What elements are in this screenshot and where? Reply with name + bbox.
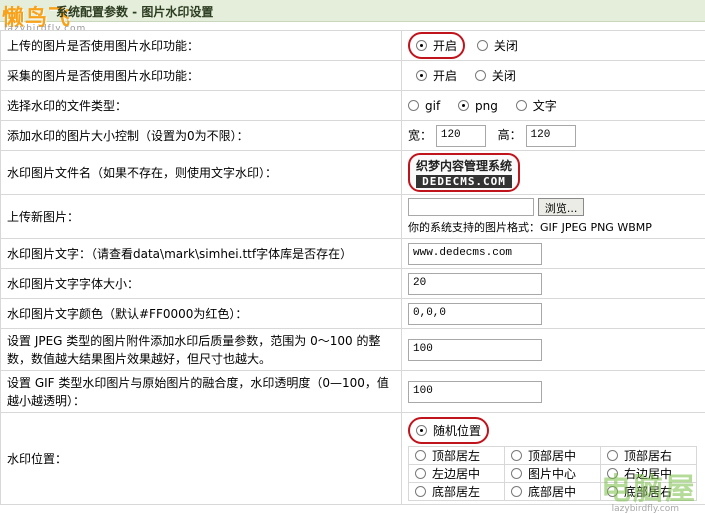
label-font-size: 水印图片文字字体大小： bbox=[0, 268, 402, 299]
height-label: 高： bbox=[497, 128, 522, 142]
radio-position-random[interactable]: 随机位置 bbox=[416, 422, 481, 439]
annotation-circle: 随机位置 bbox=[408, 416, 490, 444]
radio-type-png[interactable]: png bbox=[458, 99, 498, 113]
radio-dot-icon bbox=[415, 467, 426, 479]
row-upload-new: 上传新图片： 浏览... 你的系统支持的图片格式：GIF JPEG PNG WB… bbox=[0, 194, 705, 239]
radio-dot-icon bbox=[476, 40, 488, 51]
settings-table: 上传的图片是否使用图片水印功能： 开启 关闭 采集的图片是否使用图片水印功能： … bbox=[0, 30, 705, 505]
row-watermark-position: 水印位置： 随机位置 顶部居左 顶部居中 顶部居右 左边居中 图片中心 右边居中 bbox=[0, 412, 705, 505]
radio-position-top-center[interactable]: 顶部居中 bbox=[511, 447, 576, 463]
row-collect-watermark: 采集的图片是否使用图片水印功能： 开启 关闭 bbox=[0, 60, 705, 91]
radio-collect-on[interactable]: 开启 bbox=[416, 67, 457, 84]
width-input[interactable]: 120 bbox=[435, 124, 486, 147]
radio-dot-icon bbox=[511, 449, 522, 461]
page-title: 系统配置参数 - 图片水印设置 bbox=[56, 5, 214, 19]
radio-dot-icon bbox=[458, 100, 470, 111]
radio-position-bottom-left[interactable]: 底部居左 bbox=[415, 483, 480, 499]
radio-position-top-left[interactable]: 顶部居左 bbox=[415, 447, 480, 463]
site-watermark-logo: 电脑屋 bbox=[601, 472, 697, 507]
radio-dot-icon bbox=[416, 424, 427, 436]
radio-dot-icon bbox=[416, 40, 427, 51]
browse-button[interactable]: 浏览... bbox=[537, 198, 585, 216]
width-label: 宽： bbox=[408, 128, 433, 142]
radio-dot-icon bbox=[511, 467, 522, 479]
label-watermark-position: 水印位置： bbox=[0, 412, 402, 505]
radio-dot-icon bbox=[511, 485, 522, 497]
title-bar: 懒鸟飞 lazybirdfly.com 系统配置参数 - 图片水印设置 bbox=[0, 0, 705, 34]
radio-dot-icon bbox=[408, 100, 419, 111]
jpeg-quality-input[interactable]: 100 bbox=[408, 338, 542, 361]
radio-dot-icon bbox=[607, 449, 618, 461]
radio-upload-off[interactable]: 关闭 bbox=[476, 37, 518, 54]
watermark-text-input[interactable]: www.dedecms.com bbox=[408, 242, 542, 265]
label-jpeg-quality: 设置 JPEG 类型的图片附件添加水印后质量参数，范围为 0～100 的整数，数… bbox=[0, 328, 402, 371]
label-font-color: 水印图片文字颜色（默认#FF0000为红色）： bbox=[0, 298, 402, 329]
label-watermark-size: 添加水印的图片大小控制（设置为0为不限）： bbox=[0, 120, 402, 151]
label-gif-opacity: 设置 GIF 类型水印图片与原始图片的融合度，水印透明度（0—100，值越小越透… bbox=[0, 370, 402, 413]
radio-dot-icon bbox=[515, 100, 527, 111]
label-watermark-text: 水印图片文字：（请查看data\mark\simhei.ttf字体库是否存在） bbox=[0, 238, 402, 269]
label-watermark-file: 水印图片文件名（如果不存在，则使用文字水印）： bbox=[0, 150, 402, 195]
label-watermark-type: 选择水印的文件类型： bbox=[0, 90, 402, 121]
label-collect-watermark: 采集的图片是否使用图片水印功能： bbox=[0, 60, 402, 91]
radio-collect-off[interactable]: 关闭 bbox=[474, 67, 516, 84]
row-upload-watermark: 上传的图片是否使用图片水印功能： 开启 关闭 bbox=[0, 30, 705, 61]
row-font-size: 水印图片文字字体大小： 20 bbox=[0, 268, 705, 299]
radio-dot-icon bbox=[416, 70, 427, 81]
height-input[interactable]: 120 bbox=[525, 124, 576, 147]
gif-opacity-input[interactable]: 100 bbox=[408, 380, 542, 403]
site-watermark-url: lazybirdfly.com bbox=[611, 504, 679, 514]
radio-dot-icon bbox=[415, 485, 426, 497]
row-watermark-type: 选择水印的文件类型： gif png 文字 bbox=[0, 90, 705, 121]
radio-upload-on[interactable]: 开启 bbox=[416, 37, 457, 54]
watermark-preview-image: 织梦内容管理系统 DEDECMS.COM bbox=[408, 153, 521, 192]
label-upload-new: 上传新图片： bbox=[0, 194, 402, 239]
font-size-input[interactable]: 20 bbox=[408, 272, 542, 295]
radio-position-center[interactable]: 图片中心 bbox=[511, 465, 576, 481]
radio-type-gif[interactable]: gif bbox=[408, 99, 440, 113]
font-color-input[interactable]: 0,0,0 bbox=[408, 302, 542, 325]
row-watermark-file: 水印图片文件名（如果不存在，则使用文字水印）： 织梦内容管理系统 DEDECMS… bbox=[0, 150, 705, 195]
watermark-preview-line2: DEDECMS.COM bbox=[416, 175, 513, 188]
row-watermark-size: 添加水印的图片大小控制（设置为0为不限）： 宽： 120 高： 120 bbox=[0, 120, 705, 151]
row-gif-opacity: 设置 GIF 类型水印图片与原始图片的融合度，水印透明度（0—100，值越小越透… bbox=[0, 370, 705, 413]
radio-dot-icon bbox=[415, 449, 426, 461]
row-watermark-text: 水印图片文字：（请查看data\mark\simhei.ttf字体库是否存在） … bbox=[0, 238, 705, 269]
supported-formats: 你的系统支持的图片格式：GIF JPEG PNG WBMP bbox=[408, 221, 652, 234]
annotation-circle: 开启 bbox=[408, 32, 466, 59]
watermark-preview-line1: 织梦内容管理系统 bbox=[416, 159, 513, 173]
row-font-color: 水印图片文字颜色（默认#FF0000为红色）： 0,0,0 bbox=[0, 298, 705, 329]
file-path-input[interactable] bbox=[408, 198, 534, 216]
radio-position-bottom-center[interactable]: 底部居中 bbox=[511, 483, 576, 499]
label-upload-watermark: 上传的图片是否使用图片水印功能： bbox=[0, 30, 402, 61]
radio-position-middle-left[interactable]: 左边居中 bbox=[415, 465, 480, 481]
row-jpeg-quality: 设置 JPEG 类型的图片附件添加水印后质量参数，范围为 0～100 的整数，数… bbox=[0, 328, 705, 371]
radio-dot-icon bbox=[474, 70, 486, 81]
radio-type-text[interactable]: 文字 bbox=[515, 97, 557, 114]
radio-position-top-right[interactable]: 顶部居右 bbox=[607, 447, 672, 463]
